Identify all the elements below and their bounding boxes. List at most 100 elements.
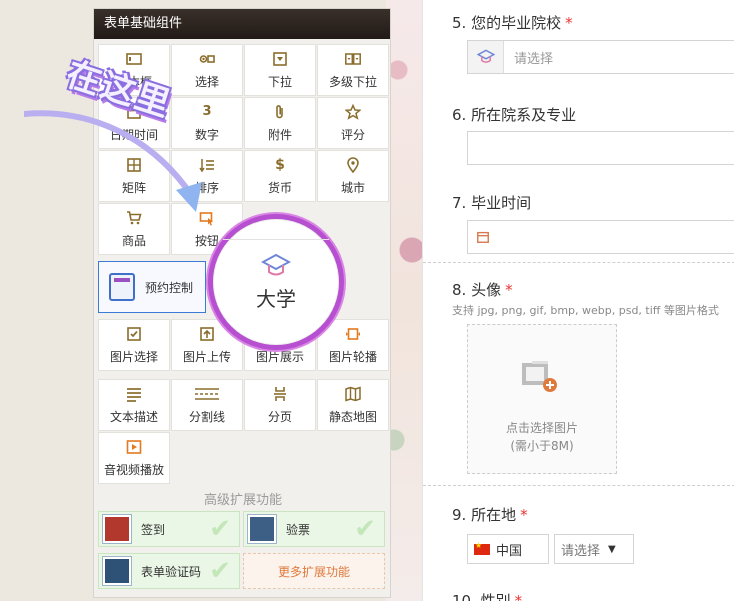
avatar-format-hint: 支持 jpg, png, gif, bmp, webp, psd, tiff 等… bbox=[452, 304, 719, 317]
check-icon: ✔ bbox=[354, 514, 376, 544]
component-attachment[interactable]: 附件 bbox=[244, 97, 316, 149]
department-major-input[interactable] bbox=[467, 131, 734, 165]
component-label: 静态地图 bbox=[328, 409, 377, 424]
palette-title: 表单基础组件 bbox=[94, 9, 390, 39]
component-label: 矩阵 bbox=[121, 180, 146, 195]
component-product[interactable]: 商品 bbox=[98, 203, 170, 255]
map-icon bbox=[344, 385, 362, 402]
component-dropdown[interactable]: 下拉 bbox=[244, 44, 316, 96]
image-upload-area[interactable]: 点击选择图片 (需小于8M) bbox=[467, 324, 617, 474]
component-currency[interactable]: $ 货币 bbox=[244, 150, 316, 202]
media-play-icon bbox=[125, 439, 143, 455]
number-icon: 3 bbox=[202, 104, 212, 119]
component-number[interactable]: 3 数字 bbox=[171, 97, 243, 149]
layout-components-grid: 文本描述 分割线 分页 静态地图 音视频播放 bbox=[98, 379, 389, 484]
component-divider[interactable]: 分割线 bbox=[171, 379, 243, 431]
check-icon: ✔ bbox=[209, 514, 231, 544]
component-city[interactable]: 城市 bbox=[317, 150, 389, 202]
image-upload-icon bbox=[198, 326, 216, 342]
component-label: 文本描述 bbox=[109, 409, 158, 424]
extension-label: 验票 bbox=[286, 522, 311, 537]
extension-label: 签到 bbox=[141, 522, 166, 537]
required-mark: * bbox=[505, 281, 513, 299]
component-label: 分割线 bbox=[188, 409, 225, 424]
required-mark: * bbox=[565, 14, 573, 32]
check-icon: ✔ bbox=[209, 556, 231, 586]
component-image-select[interactable]: 图片选择 bbox=[98, 319, 170, 371]
extension-form-captcha[interactable]: 表单验证码 ✔ bbox=[98, 553, 240, 589]
graduation-cap-icon bbox=[468, 41, 504, 73]
form-preview: 5. 您的毕业院校 * 请选择 6. 所在院系及专业 7. 毕业时间 8. 头像 *… bbox=[422, 0, 734, 601]
school-placeholder: 请选择 bbox=[514, 51, 554, 67]
multi-dropdown-icon bbox=[344, 51, 362, 67]
advanced-section-title: 高级扩展功能 bbox=[203, 493, 282, 508]
calendar-icon bbox=[477, 231, 489, 243]
graduation-date-input[interactable] bbox=[467, 220, 734, 254]
component-label: 货币 bbox=[267, 180, 292, 195]
component-label: 分页 bbox=[267, 409, 292, 424]
component-label: 数字 bbox=[194, 127, 219, 142]
component-image-carousel[interactable]: 图片轮播 bbox=[317, 319, 389, 371]
component-text-description[interactable]: 文本描述 bbox=[98, 379, 170, 431]
radio-select-icon bbox=[198, 51, 216, 67]
component-label: 排序 bbox=[194, 180, 219, 195]
more-extensions-button[interactable]: 更多扩展功能 bbox=[243, 553, 385, 589]
required-mark: * bbox=[514, 592, 523, 601]
required-mark: * bbox=[520, 506, 528, 524]
star-icon bbox=[344, 103, 362, 120]
component-label: 商品 bbox=[121, 233, 146, 248]
component-label: 预约控制 bbox=[145, 280, 194, 295]
ticket-icon bbox=[247, 514, 277, 544]
divider-icon bbox=[195, 386, 219, 402]
component-reservation-control[interactable]: 预约控制 bbox=[98, 261, 206, 313]
component-sort[interactable]: 排序 bbox=[171, 150, 243, 202]
question-location: 9. 所在地 * bbox=[452, 506, 528, 524]
upload-instruction: 点击选择图片 bbox=[505, 421, 578, 435]
magnified-university-component[interactable]: 大学 bbox=[208, 214, 344, 350]
component-label: 日期时间 bbox=[109, 127, 158, 142]
location-icon bbox=[344, 156, 362, 173]
matrix-icon bbox=[125, 157, 143, 173]
component-media-player[interactable]: 音视频播放 bbox=[98, 432, 170, 484]
china-flag-icon bbox=[474, 541, 490, 555]
paperclip-icon bbox=[271, 104, 289, 120]
image-select-icon bbox=[125, 326, 143, 342]
component-label: 按钮 bbox=[194, 233, 219, 248]
sort-icon bbox=[198, 157, 216, 173]
component-label: 图片上传 bbox=[182, 349, 231, 364]
component-pagination[interactable]: 分页 bbox=[244, 379, 316, 431]
component-matrix[interactable]: 矩阵 bbox=[98, 150, 170, 202]
school-select[interactable]: 请选择 bbox=[467, 40, 734, 74]
component-label: 图片展示 bbox=[255, 349, 304, 364]
checkin-icon bbox=[102, 514, 132, 544]
text-lines-icon bbox=[125, 386, 143, 402]
component-multi-dropdown[interactable]: 多级下拉 bbox=[317, 44, 389, 96]
component-select[interactable]: 选择 bbox=[171, 44, 243, 96]
component-label: 附件 bbox=[267, 127, 292, 142]
component-label: 图片选择 bbox=[109, 349, 158, 364]
reservation-calendar-icon bbox=[109, 273, 135, 301]
decorative-floral-background bbox=[386, 0, 422, 601]
component-label: 图片轮播 bbox=[328, 349, 377, 364]
extension-checkin[interactable]: 签到 ✔ bbox=[98, 511, 240, 547]
component-label: 评分 bbox=[340, 127, 365, 142]
currency-icon: $ bbox=[275, 156, 285, 173]
extension-label: 表单验证码 bbox=[141, 564, 202, 579]
question-graduate-school: 5. 您的毕业院校 * bbox=[452, 14, 573, 32]
country-select[interactable]: 中国 bbox=[467, 534, 549, 564]
university-label: 大学 bbox=[256, 286, 296, 311]
more-extensions-label: 更多扩展功能 bbox=[277, 564, 350, 579]
chevron-down-icon: ▼ bbox=[608, 543, 616, 555]
question-graduation-time: 7. 毕业时间 bbox=[452, 194, 532, 212]
component-rating[interactable]: 评分 bbox=[317, 97, 389, 149]
province-select[interactable]: 请选择 ▼ bbox=[554, 534, 634, 564]
component-label: 音视频播放 bbox=[103, 462, 164, 477]
extension-ticket-check[interactable]: 验票 ✔ bbox=[243, 511, 385, 547]
image-carousel-icon bbox=[344, 326, 362, 342]
add-image-icon bbox=[522, 361, 557, 392]
component-static-map[interactable]: 静态地图 bbox=[317, 379, 389, 431]
question-avatar: 8. 头像 * bbox=[452, 281, 513, 299]
question-gender: 10. 性别 * bbox=[452, 590, 522, 601]
captcha-icon bbox=[102, 556, 132, 586]
button-icon bbox=[198, 210, 216, 226]
